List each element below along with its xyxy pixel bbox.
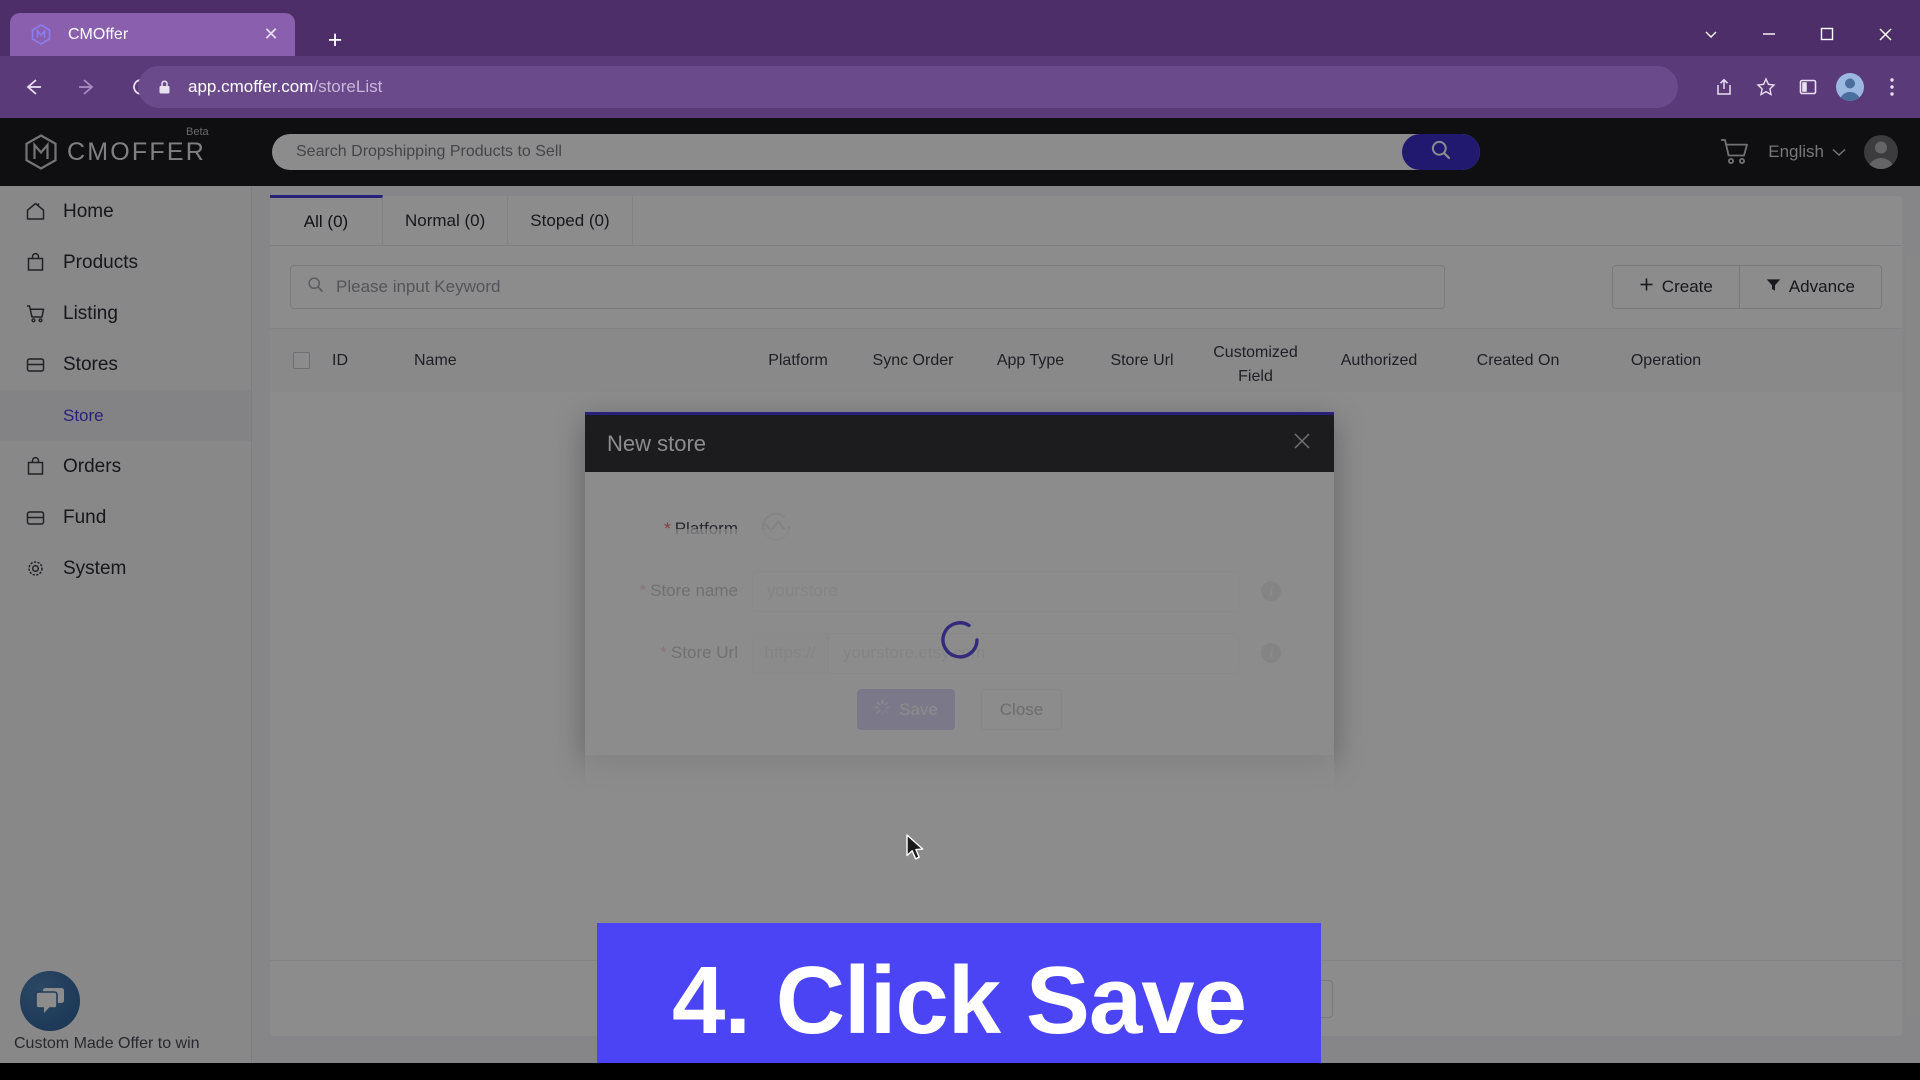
minimize-icon[interactable] — [1740, 14, 1798, 54]
close-tab-icon[interactable]: ✕ — [259, 23, 283, 47]
address-bar-url: app.cmoffer.com/storeList — [188, 77, 383, 96]
maximize-icon[interactable] — [1798, 14, 1856, 54]
star-icon[interactable] — [1746, 66, 1786, 108]
cmoffer-favicon-icon — [30, 24, 52, 46]
forward-icon[interactable] — [66, 66, 108, 108]
profile-avatar[interactable] — [1830, 66, 1870, 108]
side-panel-icon[interactable] — [1788, 66, 1828, 108]
modal-overlay[interactable] — [0, 118, 1920, 1063]
window-close-icon[interactable] — [1856, 14, 1914, 54]
toolbar-actions — [1704, 66, 1912, 108]
new-tab-button[interactable]: + — [320, 26, 350, 56]
bottom-black-strip — [0, 1063, 1920, 1080]
browser-tab-title: CMOffer — [68, 25, 129, 43]
kebab-menu-icon[interactable] — [1872, 66, 1912, 108]
mouse-cursor — [905, 834, 927, 869]
app-viewport: CMOFFER Beta Search Dropshipping Product… — [0, 118, 1920, 1063]
address-bar[interactable]: app.cmoffer.com/storeList — [138, 66, 1678, 108]
screen: CMOffer ✕ + app.cmoffer.com/storeList CM… — [0, 0, 1920, 1080]
browser-tab-strip: CMOffer ✕ + — [0, 0, 1920, 56]
annotation-banner: 4. Click Save — [597, 923, 1321, 1063]
tab-search-chevron-icon[interactable] — [1682, 14, 1740, 54]
browser-tab[interactable]: CMOffer ✕ — [10, 13, 295, 56]
lock-icon — [154, 77, 174, 97]
back-icon[interactable] — [12, 66, 54, 108]
browser-toolbar: app.cmoffer.com/storeList — [0, 56, 1920, 118]
annotation-text: 4. Click Save — [671, 946, 1247, 1054]
window-controls — [1682, 14, 1914, 54]
share-icon[interactable] — [1704, 66, 1744, 108]
profile-avatar-image — [1836, 73, 1864, 101]
